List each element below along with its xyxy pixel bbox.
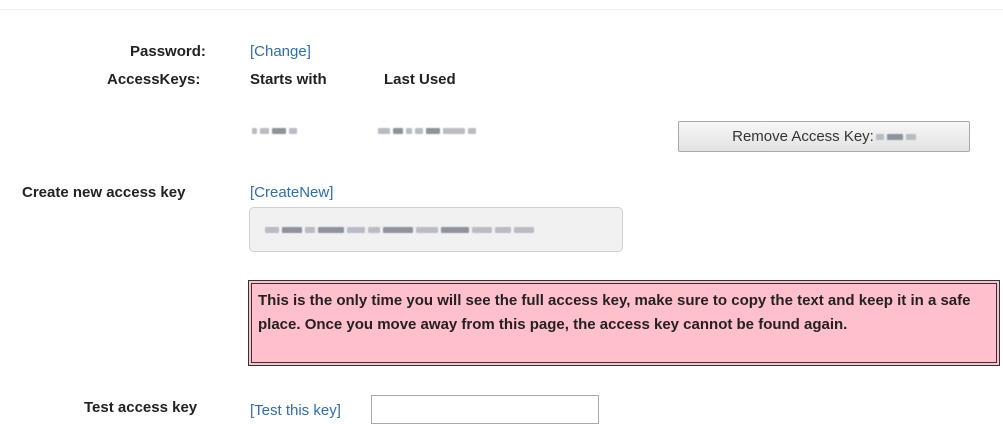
access-key-prefix-redacted <box>252 128 297 134</box>
new-access-key-value-redacted <box>265 227 534 233</box>
access-key-last-used-redacted <box>378 128 476 134</box>
new-access-key-field[interactable] <box>249 207 623 252</box>
test-key-input[interactable] <box>371 395 599 424</box>
access-key-warning: This is the only time you will see the f… <box>248 280 1000 366</box>
remove-key-id-redacted <box>875 133 916 140</box>
access-keys-label: AccessKeys: <box>107 71 201 88</box>
create-new-key-link[interactable]: [CreateNew] <box>250 184 333 201</box>
top-divider <box>0 9 1003 10</box>
create-new-key-label: Create new access key <box>22 184 186 201</box>
remove-access-key-button[interactable]: Remove Access Key: <box>678 121 970 152</box>
remove-access-key-label: Remove Access Key: <box>732 128 874 145</box>
last-used-header: Last Used <box>384 71 456 88</box>
password-label: Password: <box>130 43 206 60</box>
test-key-link[interactable]: [Test this key] <box>250 402 341 419</box>
starts-with-header: Starts with <box>250 71 327 88</box>
change-password-link[interactable]: [Change] <box>250 43 311 60</box>
test-access-key-label: Test access key <box>84 399 198 416</box>
